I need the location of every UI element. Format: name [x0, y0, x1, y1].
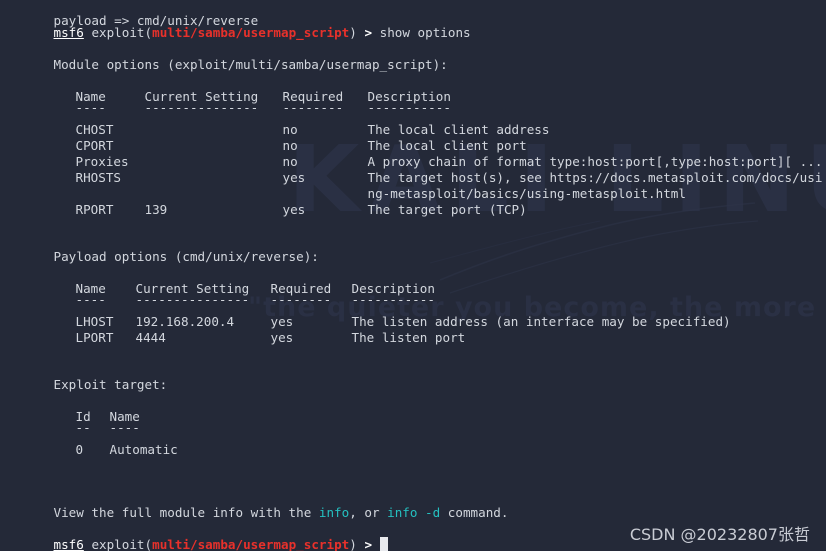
prompt-context-suffix: ) [349, 25, 357, 41]
prompt-module-name: multi/samba/usermap_script [152, 537, 350, 551]
info-d-command-link[interactable]: info -d [387, 505, 440, 520]
prompt-symbol: > [364, 537, 373, 551]
terminal-window[interactable]: KALI LINUX "the quieter you become, the … [0, 0, 826, 551]
prompt-context-prefix: exploit( [91, 25, 153, 41]
option-required-text: yes [282, 202, 306, 218]
target-name-text: Automatic [109, 442, 178, 458]
payload-option-current-setting: 4444 [90, 314, 166, 363]
option-description: The target port (TCP) [322, 186, 527, 235]
entered-command: show options [379, 25, 471, 41]
csdn-watermark: CSDN @20232807张哲 [629, 524, 810, 544]
payload-option-current-setting-text: 4444 [135, 330, 166, 346]
option-current-setting: 139 [99, 186, 168, 235]
info-hint-middle: , or [349, 505, 388, 521]
prompt-line-bottom[interactable]: msf6 exploit(multi/samba/usermap_script)… [8, 521, 388, 551]
prompt-module-name: multi/samba/usermap_script [152, 25, 350, 41]
prompt-context-prefix: exploit( [91, 537, 153, 551]
payload-option-required: yes [225, 314, 294, 363]
payload-option-description: The listen port [306, 314, 466, 363]
prompt-context-suffix: ) [349, 537, 357, 551]
module-options-heading-text: Module options (exploit/multi/samba/user… [53, 57, 448, 73]
text-cursor [379, 537, 388, 551]
option-required-text: yes [282, 170, 306, 186]
info-hint-prefix: View the full module info with the [53, 505, 319, 521]
prompt-symbol: > [364, 25, 373, 41]
payload-option-required-text: yes [270, 330, 294, 346]
exploit-target-heading-text: Exploit target: [53, 377, 168, 393]
prompt-user: msf6 [53, 25, 84, 41]
payload-option-description-text: The listen port [351, 330, 466, 346]
prompt-user: msf6 [53, 537, 84, 551]
info-command-link[interactable]: info [319, 505, 349, 520]
target-name: Automatic [64, 426, 178, 475]
option-current-setting-text: 139 [144, 202, 168, 218]
option-description-text: The target port (TCP) [367, 202, 527, 218]
info-hint-suffix: command. [440, 505, 509, 521]
option-required: yes [237, 186, 306, 235]
payload-options-heading-text: Payload options (cmd/unix/reverse): [53, 249, 319, 265]
